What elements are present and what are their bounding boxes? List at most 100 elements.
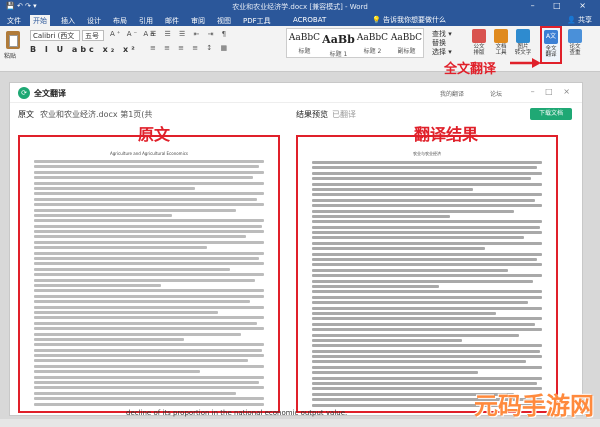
text-line (312, 349, 540, 353)
text-line (34, 257, 260, 261)
text-line (34, 176, 253, 180)
text-line (312, 371, 478, 375)
file-name: 农业和农业经济.docx 第1页(共 (40, 110, 153, 119)
app-logo-icon: ⟳ (18, 87, 30, 99)
text-line (312, 220, 542, 224)
style-subtitle[interactable]: AaBbC 副标题 (390, 30, 423, 58)
doc-layout-button[interactable]: 公文 排版 (470, 29, 488, 56)
tab-view[interactable]: 视图 (214, 15, 234, 26)
image-to-text-button[interactable]: 图片 转文字 (514, 29, 532, 56)
original-document[interactable]: Agriculture and Agricultural Economics (18, 135, 280, 413)
site-watermark: 元码手游网 (474, 392, 594, 420)
text-line (34, 316, 264, 320)
paragraph-tools[interactable]: ☰ ☰ ☰ ⇤ ⇥ ¶ (150, 30, 229, 38)
text-line (312, 301, 529, 305)
tab-acrobat[interactable]: ACROBAT (290, 15, 329, 26)
button-label: 文档 工具 (495, 44, 507, 56)
paper-icon (9, 35, 18, 47)
text-line (312, 355, 542, 359)
original-label: 原文 (18, 110, 34, 119)
text-line (34, 170, 264, 174)
select-button[interactable]: 选择 ▾ (432, 48, 452, 57)
text-line (312, 344, 542, 348)
tab-home[interactable]: 开始 (30, 15, 50, 26)
alignment-tools[interactable]: ≡ ≡ ≡ ≡ ↕ ▦ (150, 44, 230, 52)
paste-label: 粘贴 (4, 53, 17, 60)
paper-check-button[interactable]: 论文 查重 (566, 29, 584, 56)
text-line (312, 365, 542, 369)
text-line (312, 204, 542, 208)
tab-mailings[interactable]: 邮件 (162, 15, 182, 26)
tab-pdf-tools[interactable]: PDF工具 (240, 15, 274, 26)
text-line (312, 268, 508, 272)
text-line (312, 236, 524, 240)
arrow-icon (510, 58, 541, 68)
text-line (34, 186, 195, 190)
result-label: 结果预览 (296, 110, 328, 119)
user-name[interactable]: 论坛 (490, 89, 502, 98)
text-line (312, 333, 519, 337)
toolbox-icon (494, 29, 508, 43)
download-button[interactable]: 下载文档 (530, 108, 572, 120)
text-line (34, 213, 172, 217)
style-heading-2[interactable]: AaBbC 标题 2 (356, 30, 389, 58)
text-line (312, 214, 450, 218)
panel-window-controls[interactable]: – □ × (531, 87, 574, 96)
text-line (34, 262, 264, 266)
font-size-select[interactable]: 五号 (82, 30, 104, 41)
style-title[interactable]: AaBbC 标题 (288, 30, 321, 58)
share-button[interactable]: 👤 共享 (567, 15, 592, 25)
text-line (312, 279, 533, 283)
text-line (312, 376, 542, 380)
translate-icon: A文 (544, 30, 558, 44)
tab-references[interactable]: 引用 (136, 15, 156, 26)
lightbulb-icon: 💡 (372, 16, 381, 24)
window-title: 农业和农业经济学.docx [兼容模式] - Word (232, 3, 368, 11)
format-buttons[interactable]: B I U abc x₂ x² (30, 45, 138, 54)
tab-design[interactable]: 设计 (84, 15, 104, 26)
text-line (312, 225, 540, 229)
text-line (34, 283, 161, 287)
user-icon: 👤 (567, 16, 576, 24)
replace-button[interactable]: 替换 (432, 39, 452, 48)
text-line (34, 192, 264, 196)
translated-document[interactable]: 农业与农业经济 (296, 135, 558, 413)
tab-review[interactable]: 审阅 (188, 15, 208, 26)
style-heading-1[interactable]: AaBb 标题 1 (322, 30, 355, 58)
result-status: 已翻译 (332, 110, 356, 119)
style-name: 标题 2 (363, 48, 382, 55)
window-controls[interactable]: – □ × (531, 1, 594, 10)
result-annotation: 翻译结果 (414, 125, 479, 144)
tell-me-text: 告诉我你想要做什么 (382, 16, 446, 24)
paste-button[interactable]: 粘贴 (4, 29, 22, 60)
text-line (34, 278, 255, 282)
doc-tools-button[interactable]: 文档 工具 (492, 29, 510, 56)
tab-layout[interactable]: 布局 (110, 15, 130, 26)
document-body-text: decline of its proportion in the nationa… (126, 409, 348, 417)
text-line (312, 171, 542, 175)
share-label: 共享 (578, 16, 592, 24)
original-annotation: 原文 (138, 125, 171, 144)
editing-group: 查找 ▾ 替换 选择 ▾ (432, 30, 452, 57)
my-translations-link[interactable]: 我的翻译 (440, 89, 464, 98)
text-line (34, 300, 251, 304)
tab-file[interactable]: 文件 (4, 15, 24, 26)
find-button[interactable]: 查找 ▾ (432, 30, 452, 39)
font-name-select[interactable]: Calibri (西文 (30, 30, 80, 41)
text-line (34, 370, 200, 374)
panel-header: ⟳ 全文翻译 我的翻译 论坛 – □ × (10, 83, 582, 103)
tab-insert[interactable]: 插入 (58, 15, 78, 26)
style-sample: AaBbC (288, 33, 321, 43)
style-name: 副标题 (397, 48, 416, 55)
tell-me-box[interactable]: 💡 告诉我你想要做什么 (372, 15, 446, 25)
button-label: 论文 查重 (569, 44, 581, 56)
button-label: 全文 翻译 (545, 46, 557, 58)
text-line (312, 177, 531, 181)
text-line (312, 166, 538, 170)
text-line (312, 274, 542, 278)
text-line (34, 273, 264, 277)
full-translate-button[interactable]: A文 全文 翻译 (540, 26, 562, 64)
text-line (312, 258, 538, 262)
text-line (34, 381, 260, 385)
text-line (312, 360, 526, 364)
